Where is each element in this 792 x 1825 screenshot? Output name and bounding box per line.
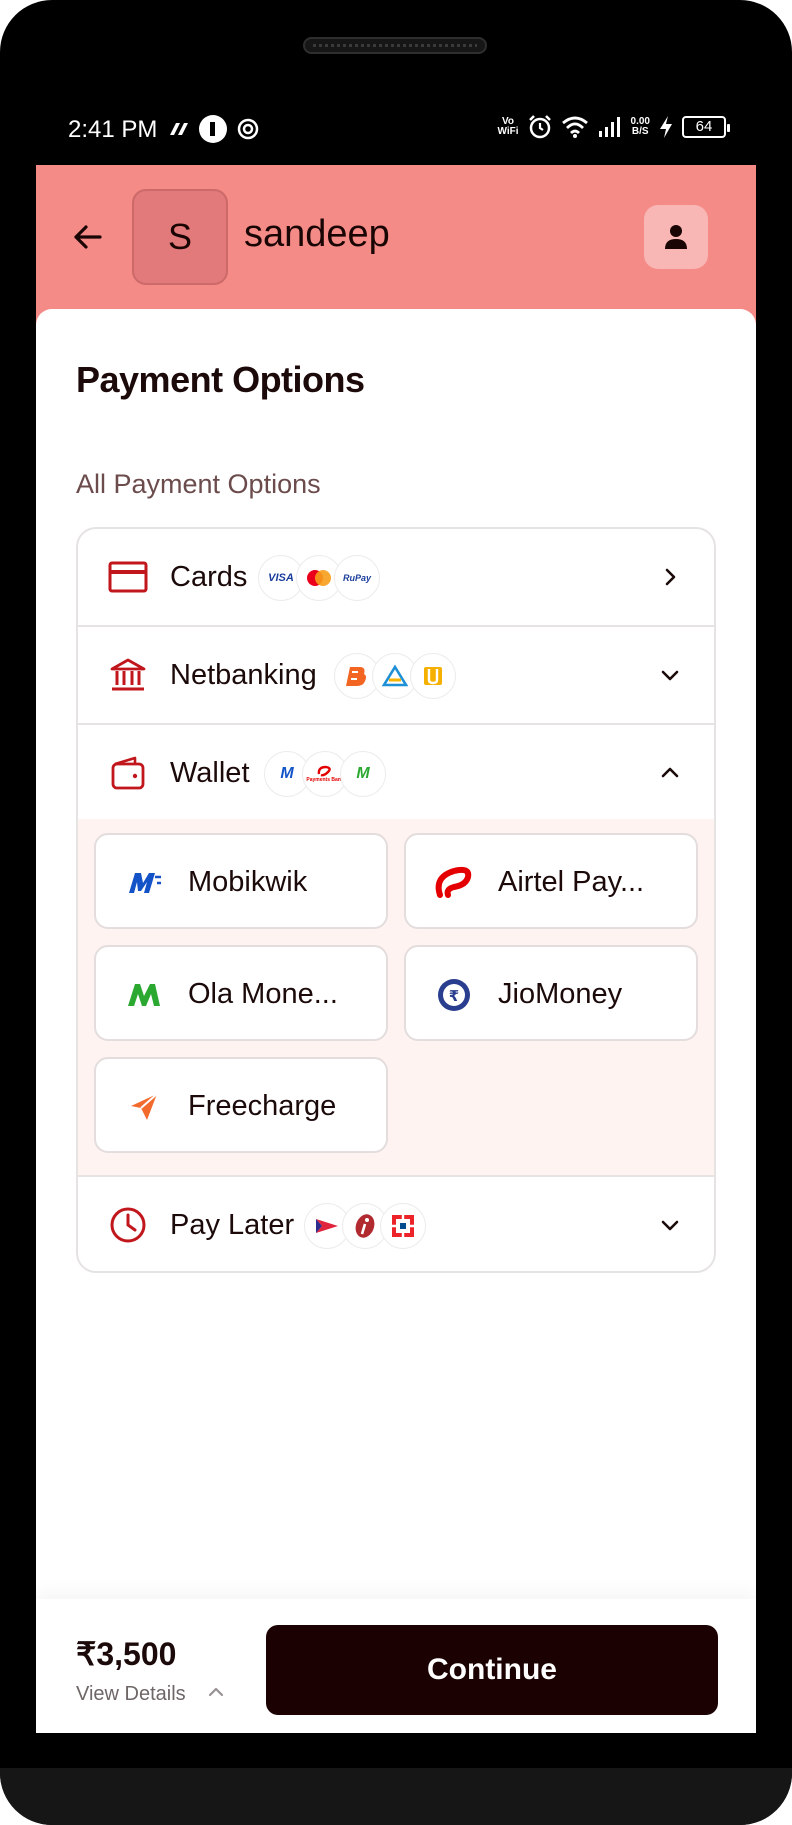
- option-label: Netbanking: [170, 659, 317, 691]
- section-label: All Payment Options: [76, 469, 321, 499]
- total-amount: ₹3,500: [76, 1636, 177, 1672]
- view-details-link[interactable]: View Details: [76, 1683, 186, 1706]
- network-speed-unit: B/S: [631, 126, 649, 137]
- chevron-right-icon: [656, 563, 684, 591]
- wallet-label: Freecharge: [188, 1090, 337, 1122]
- merchant-name: sandeep: [244, 213, 390, 255]
- wallet-freecharge[interactable]: Freecharge: [94, 1057, 388, 1153]
- status-bar: 2:41 PM Vo WiFi 0.00 B/S 64: [36, 108, 756, 148]
- option-netbanking[interactable]: Netbanking: [78, 627, 714, 723]
- wallet-jiomoney[interactable]: ₹ JioMoney: [404, 945, 698, 1041]
- airtel-logo-text: Payments Bank: [306, 777, 344, 783]
- wallet-label: Ola Mone...: [188, 978, 338, 1010]
- chevron-up-icon: [656, 759, 684, 787]
- alarm-icon: [528, 115, 551, 139]
- option-wallet[interactable]: Wallet M Payments Bank M: [78, 725, 714, 821]
- merchant-avatar: S: [132, 189, 228, 285]
- signal-icon: [598, 117, 620, 137]
- airtel-icon: [434, 863, 474, 903]
- vowifi-indicator: Vo WiFi: [497, 116, 519, 137]
- freecharge-icon: [124, 1087, 164, 1127]
- ola-money-logo: M: [340, 751, 386, 797]
- chevron-up-icon[interactable]: [204, 1681, 228, 1701]
- profile-button[interactable]: [644, 205, 708, 269]
- wallet-ola-money[interactable]: Ola Mone...: [94, 945, 388, 1041]
- back-button[interactable]: [66, 215, 110, 259]
- ola-money-icon: [124, 975, 164, 1015]
- card-network-logos: VISA RuPay: [258, 555, 380, 601]
- option-cards[interactable]: Cards VISA RuPay: [78, 529, 714, 625]
- jiomoney-icon: ₹: [434, 975, 474, 1015]
- option-label: Wallet: [170, 757, 250, 789]
- chevron-down-icon: [656, 661, 684, 689]
- wallet-mobikwik[interactable]: Mobikwik: [94, 833, 388, 929]
- option-label: Cards: [170, 561, 248, 593]
- wallet-airtel-payments-bank[interactable]: Airtel Pay...: [404, 833, 698, 929]
- visa-logo-text: VISA: [268, 572, 294, 584]
- chevron-down-icon: [656, 1211, 684, 1239]
- merchant-header: S sandeep: [36, 165, 756, 325]
- payment-sheet: Payment Options All Payment Options Card…: [36, 309, 756, 1733]
- bottom-bezel: [0, 1768, 792, 1825]
- system-status-icons: Vo WiFi 0.00 B/S 64: [497, 114, 730, 140]
- option-pay-later[interactable]: Pay Later: [78, 1177, 714, 1271]
- hdfc-logo: [380, 1203, 426, 1249]
- battery-indicator: 64: [682, 116, 730, 138]
- checkout-footer: ₹3,500 View Details Continue: [36, 1599, 756, 1733]
- wallet-label: Mobikwik: [188, 866, 308, 898]
- rupay-logo: RuPay: [334, 555, 380, 601]
- status-time: 2:41 PM: [68, 116, 158, 143]
- payment-options-list: Cards VISA RuPay Netbanking Wallet M Pay…: [76, 527, 716, 1273]
- page-title: Payment Options: [76, 359, 365, 400]
- phone-frame: 2:41 PM Vo WiFi 0.00 B/S 64 S sandeep Pa…: [0, 0, 792, 1825]
- app-notification-icon: [170, 123, 188, 135]
- charging-icon: [660, 116, 672, 138]
- earpiece-speaker: [303, 37, 487, 54]
- pay-later-logos: [304, 1203, 426, 1249]
- app-notification-icon: [237, 118, 259, 140]
- bank-logos: [334, 653, 456, 699]
- wallet-options-panel: Mobikwik Airtel Pay... Ola Mone... ₹ Jio…: [78, 819, 714, 1175]
- mobikwik-icon: [124, 863, 164, 903]
- wallet-label: JioMoney: [498, 978, 623, 1010]
- credit-card-icon: [108, 557, 148, 597]
- svg-text:₹: ₹: [449, 987, 459, 1005]
- network-speed: 0.00 B/S: [631, 117, 650, 137]
- wallet-label: Airtel Pay...: [498, 866, 645, 898]
- app-notification-icon: [199, 115, 227, 143]
- continue-button[interactable]: Continue: [266, 1625, 718, 1715]
- clock-icon: [108, 1205, 148, 1245]
- rupay-logo-text: RuPay: [342, 573, 371, 583]
- wifi-icon: [561, 116, 588, 138]
- user-icon: [665, 225, 687, 249]
- notification-icons: [166, 114, 260, 144]
- arrow-left-icon: [74, 225, 102, 249]
- wallet-logos: M Payments Bank M: [264, 751, 386, 797]
- pnb-logo: [410, 653, 456, 699]
- wallet-icon: [108, 753, 148, 793]
- option-label: Pay Later: [170, 1209, 295, 1241]
- bank-icon: [108, 655, 148, 695]
- app-screen: S sandeep Payment Options All Payment Op…: [36, 165, 756, 1733]
